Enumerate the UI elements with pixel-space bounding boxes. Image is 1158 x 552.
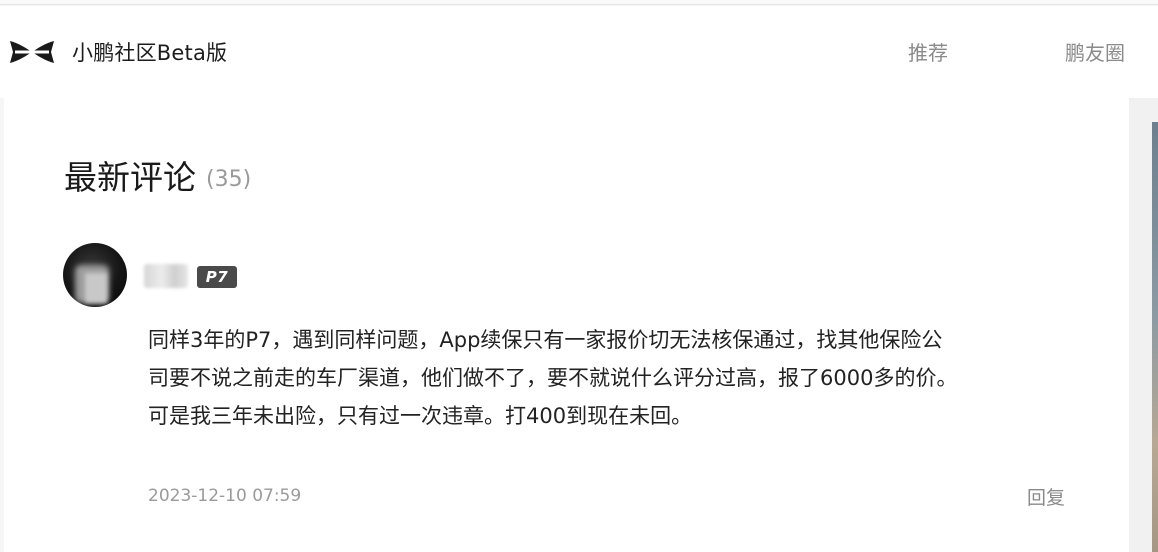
- top-divider: [0, 0, 1158, 5]
- user-avatar[interactable]: [63, 243, 127, 307]
- site-header: 小鹏社区Beta版 推荐 鹏友圈: [0, 6, 1158, 98]
- comment-count: (35): [206, 167, 252, 192]
- side-image-strip: [1152, 122, 1158, 552]
- xpeng-x-logo-icon[interactable]: [9, 39, 55, 65]
- site-brand[interactable]: 小鹏社区Beta版: [72, 39, 227, 67]
- comment-line: 司要不说之前走的车厂渠道，他们做不了，要不就说什么评分过高，报了6000多的价。: [148, 366, 958, 390]
- avatar-blur-inner: [85, 273, 107, 303]
- comment-timestamp: 2023-12-10 07:59: [148, 486, 302, 506]
- comment-text: 同样3年的P7，遇到同样问题，App续保只有一家报价切无法核保通过，找其他保险公…: [148, 321, 1068, 435]
- car-model-badge: P7: [197, 266, 237, 288]
- nav-recommend[interactable]: 推荐: [908, 40, 948, 66]
- reply-button[interactable]: 回复: [1027, 485, 1065, 511]
- section-title: 最新评论: [64, 158, 196, 197]
- comment-line: 同样3年的P7，遇到同样问题，App续保只有一家报价切无法核保通过，找其他保险公: [148, 328, 943, 352]
- comment-line: 可是我三年未出险，只有过一次违章。打400到现在未回。: [148, 404, 693, 428]
- username-redacted[interactable]: [144, 264, 188, 288]
- nav-friends-circle[interactable]: 鹏友圈: [1065, 40, 1125, 66]
